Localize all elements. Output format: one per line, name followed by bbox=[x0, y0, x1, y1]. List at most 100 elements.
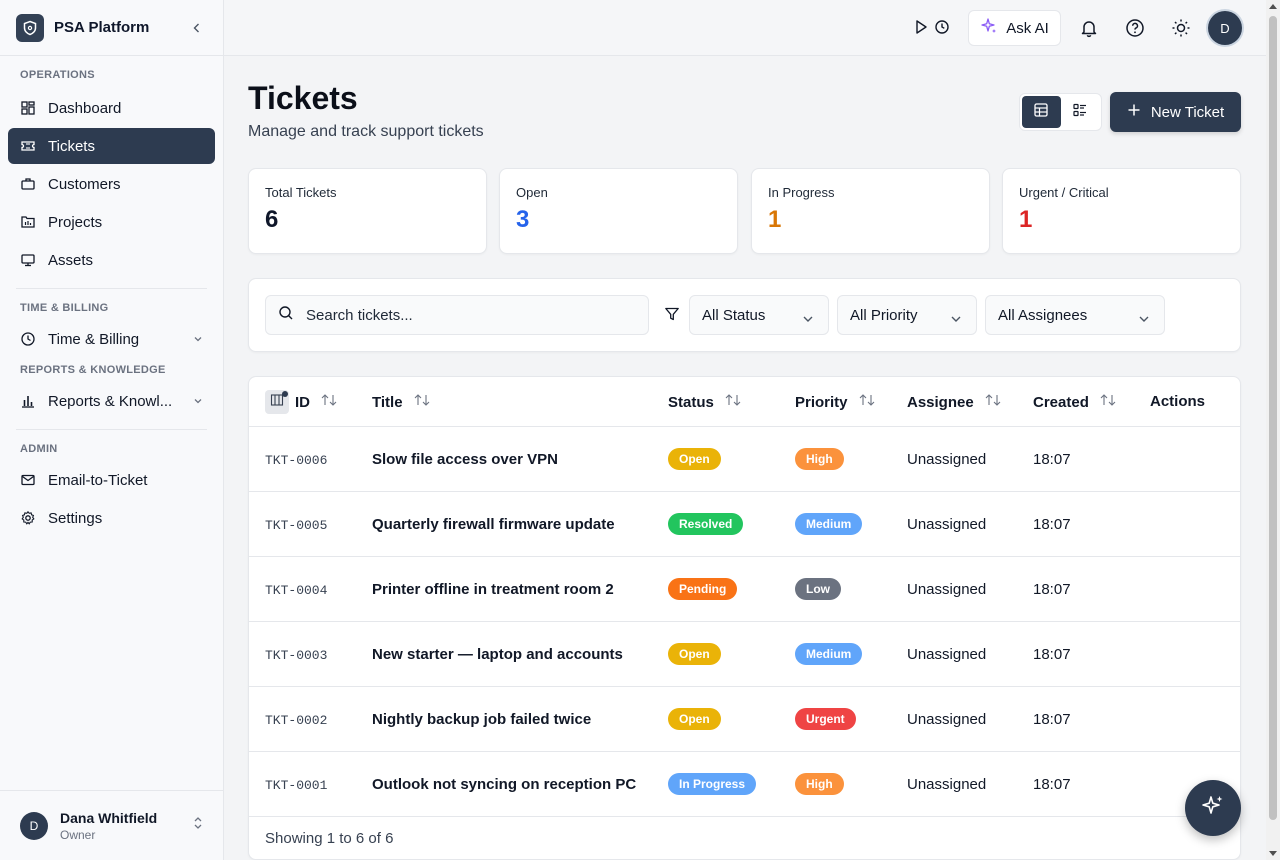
assignee-select-value: All Assignees bbox=[998, 306, 1088, 324]
sidebar-item-label: Projects bbox=[48, 213, 103, 231]
ask-ai-button[interactable]: Ask AI bbox=[968, 10, 1061, 46]
sidebar-item-label: Settings bbox=[48, 509, 103, 527]
assignee-select[interactable]: All Assignees bbox=[985, 295, 1165, 335]
column-header-created[interactable]: Created bbox=[1033, 393, 1119, 411]
table-row[interactable]: TKT-0002 Nightly backup job failed twice… bbox=[249, 687, 1240, 752]
column-label: Status bbox=[668, 393, 714, 411]
column-header-title[interactable]: Title bbox=[372, 393, 433, 411]
ticket-title[interactable]: Nightly backup job failed twice bbox=[372, 711, 591, 728]
search-icon bbox=[278, 305, 294, 326]
column-label: Actions bbox=[1150, 393, 1206, 410]
sidebar-item-time-billing[interactable]: Time & Billing bbox=[8, 321, 215, 357]
ticket-title[interactable]: Outlook not syncing on reception PC bbox=[372, 776, 636, 793]
chart-icon bbox=[20, 214, 36, 230]
ticket-icon bbox=[20, 138, 36, 154]
clock-icon bbox=[934, 19, 950, 40]
list-view-button[interactable] bbox=[1061, 96, 1100, 128]
ticket-title[interactable]: Slow file access over VPN bbox=[372, 451, 558, 468]
list-icon bbox=[1072, 102, 1088, 123]
stat-card-open: Open 3 bbox=[499, 168, 738, 254]
table-row[interactable]: TKT-0003 New starter — laptop and accoun… bbox=[249, 622, 1240, 687]
brand: PSA Platform bbox=[0, 0, 223, 56]
ai-assistant-fab[interactable] bbox=[1185, 780, 1241, 836]
ticket-id: TKT-0006 bbox=[265, 453, 328, 468]
play-icon[interactable] bbox=[914, 19, 928, 40]
avatar[interactable]: D bbox=[1208, 11, 1242, 45]
priority-select-value: All Priority bbox=[850, 306, 918, 324]
sidebar-item-projects[interactable]: Projects bbox=[8, 204, 215, 240]
column-header-status[interactable]: Status bbox=[668, 393, 744, 411]
sidebar-item-label: Tickets bbox=[48, 137, 95, 155]
help-icon[interactable] bbox=[1123, 16, 1147, 40]
assignee: Unassigned bbox=[907, 581, 987, 598]
scroll-up-arrow[interactable] bbox=[1269, 4, 1277, 9]
new-ticket-label: New Ticket bbox=[1150, 103, 1225, 121]
section-label-operations: OPERATIONS bbox=[20, 69, 95, 81]
sidebar-item-tickets[interactable]: Tickets bbox=[8, 128, 215, 164]
created-time: 18:07 bbox=[1033, 516, 1071, 533]
table-view-button[interactable] bbox=[1022, 96, 1061, 128]
chevron-down-icon bbox=[802, 311, 814, 328]
sparkle-icon bbox=[980, 17, 998, 39]
clock-icon bbox=[20, 331, 36, 347]
chevron-down-icon bbox=[1138, 311, 1150, 328]
ticket-title[interactable]: New starter — laptop and accounts bbox=[372, 646, 623, 663]
chevron-down-icon bbox=[950, 311, 962, 328]
column-header-id[interactable]: ID bbox=[295, 393, 340, 411]
timer-control[interactable] bbox=[914, 19, 950, 40]
sidebar-item-email-to-ticket[interactable]: Email-to-Ticket bbox=[8, 462, 215, 498]
sidebar-item-dashboard[interactable]: Dashboard bbox=[8, 90, 215, 126]
user-role: Owner bbox=[60, 827, 96, 842]
stat-label: In Progress bbox=[768, 185, 835, 200]
dashboard-icon bbox=[20, 100, 36, 116]
created-time: 18:07 bbox=[1033, 711, 1071, 728]
indicator-dot bbox=[282, 391, 288, 397]
ticket-id: TKT-0005 bbox=[265, 518, 328, 533]
sort-icon bbox=[411, 393, 433, 411]
page-scrollbar[interactable] bbox=[1266, 0, 1280, 860]
scroll-down-arrow[interactable] bbox=[1269, 851, 1277, 856]
mail-icon bbox=[20, 472, 36, 488]
priority-select[interactable]: All Priority bbox=[837, 295, 977, 335]
table-row[interactable]: TKT-0004 Printer offline in treatment ro… bbox=[249, 557, 1240, 622]
divider bbox=[16, 429, 207, 430]
user-name: Dana Whitfield bbox=[60, 809, 158, 826]
sidebar-item-label: Email-to-Ticket bbox=[48, 471, 148, 489]
sun-icon[interactable] bbox=[1169, 16, 1193, 40]
new-ticket-button[interactable]: New Ticket bbox=[1110, 92, 1241, 132]
collapse-sidebar-button[interactable] bbox=[187, 18, 207, 38]
search-box bbox=[265, 295, 649, 335]
sidebar-item-label: Dashboard bbox=[48, 99, 122, 117]
sidebar-item-assets[interactable]: Assets bbox=[8, 242, 215, 278]
section-label-reports-knowledge: REPORTS & KNOWLEDGE bbox=[20, 364, 166, 376]
app-name: PSA Platform bbox=[54, 19, 150, 36]
divider bbox=[16, 288, 207, 289]
bell-icon[interactable] bbox=[1077, 16, 1101, 40]
sidebar-item-customers[interactable]: Customers bbox=[8, 166, 215, 202]
table-row[interactable]: TKT-0001 Outlook not syncing on receptio… bbox=[249, 752, 1240, 817]
column-header-priority[interactable]: Priority bbox=[795, 393, 878, 411]
sidebar-item-reports[interactable]: Reports & Knowl... bbox=[8, 383, 215, 419]
status-select[interactable]: All Status bbox=[689, 295, 829, 335]
sidebar-item-settings[interactable]: Settings bbox=[8, 500, 215, 536]
created-time: 18:07 bbox=[1033, 581, 1071, 598]
sidebar-nav: OPERATIONS Dashboard Tickets Customers P… bbox=[0, 56, 223, 536]
table-row[interactable]: TKT-0005 Quarterly firewall firmware upd… bbox=[249, 492, 1240, 557]
column-toggle-button[interactable] bbox=[265, 390, 289, 414]
sort-icon bbox=[982, 393, 1004, 411]
sort-icon bbox=[318, 393, 340, 411]
assignee: Unassigned bbox=[907, 451, 987, 468]
scroll-thumb[interactable] bbox=[1269, 16, 1277, 820]
search-input[interactable] bbox=[306, 306, 626, 324]
created-time: 18:07 bbox=[1033, 776, 1071, 793]
priority-badge: High bbox=[795, 773, 844, 795]
assignee: Unassigned bbox=[907, 711, 987, 728]
ticket-title[interactable]: Printer offline in treatment room 2 bbox=[372, 581, 614, 598]
user-menu[interactable]: D Dana Whitfield Owner bbox=[0, 790, 223, 860]
page-title: Tickets bbox=[248, 80, 358, 116]
status-badge: Open bbox=[668, 708, 721, 730]
ticket-title[interactable]: Quarterly firewall firmware update bbox=[372, 516, 615, 533]
ticket-id: TKT-0003 bbox=[265, 648, 328, 663]
column-header-assignee[interactable]: Assignee bbox=[907, 393, 1004, 411]
table-row[interactable]: TKT-0006 Slow file access over VPN Open … bbox=[249, 427, 1240, 492]
